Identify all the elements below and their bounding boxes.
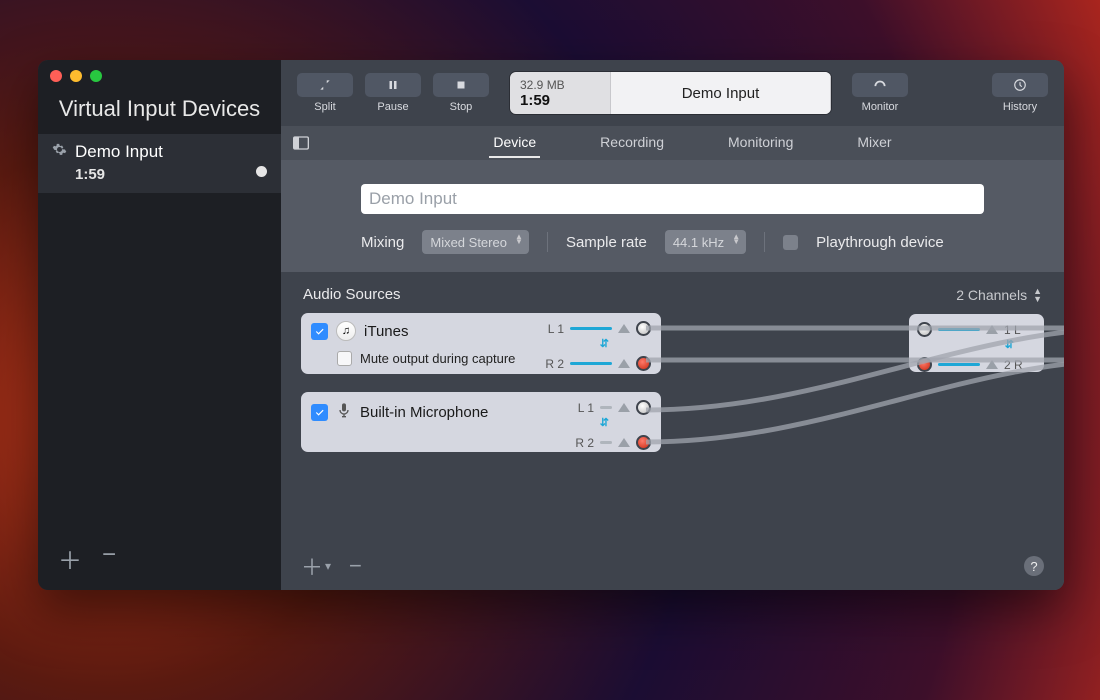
source-card-microphone[interactable]: Built-in Microphone L 1 R 2 [301,392,661,452]
source-enable-checkbox[interactable] [311,404,328,421]
sidebar-item-demo-input[interactable]: Demo Input 1:59 [38,134,281,193]
output-port[interactable] [636,400,651,415]
routing-handle-icon[interactable] [618,359,630,368]
routing-handle-icon[interactable] [986,325,998,334]
channel-label: 2 R [1004,358,1026,372]
stepper-icon: ▲▼ [732,234,740,244]
routing-handle-icon[interactable] [986,360,998,369]
remove-device-button[interactable]: − [102,541,116,576]
mixing-select[interactable]: Mixed Stereo ▲▼ [422,230,529,254]
recording-time: 1:59 [520,92,600,109]
output-port[interactable] [636,321,651,336]
channel-label: 1 L [1004,323,1026,337]
level-meter-icon [938,363,980,366]
sources-heading: Audio Sources [303,286,401,303]
tab-mixer[interactable]: Mixer [853,128,895,158]
channel-label: L 1 [540,322,564,336]
microphone-icon [336,400,352,425]
sidebar-title: Virtual Input Devices [38,92,281,134]
add-source-menu-icon[interactable]: ▾ [325,559,331,573]
channel-link-icon[interactable]: ⇵ [600,416,609,429]
history-button[interactable]: History [992,73,1048,113]
stop-button[interactable]: Stop [433,73,489,113]
pause-button[interactable]: Pause [365,73,421,113]
tab-recording[interactable]: Recording [596,128,668,158]
toolbar: Split Pause Stop 32.9 MB 1:59 Demo Input… [281,60,1064,126]
level-meter-icon [570,362,612,365]
source-name: iTunes [364,323,408,340]
level-meter-icon [938,328,980,331]
source-name: Built-in Microphone [360,404,488,421]
routing-handle-icon[interactable] [618,403,630,412]
tab-monitoring[interactable]: Monitoring [724,128,797,158]
output-port[interactable] [636,435,651,450]
recording-indicator-icon [256,166,267,177]
add-source-button[interactable]: ＋ [301,550,323,582]
split-button[interactable]: Split [297,73,353,113]
tab-bar: Device Recording Monitoring Mixer [281,126,1064,160]
help-button[interactable]: ? [1024,556,1044,576]
recording-size: 32.9 MB [520,78,600,92]
source-card-itunes[interactable]: ♫ iTunes Mute output during capture L 1 [301,313,661,374]
tab-device[interactable]: Device [489,128,540,158]
sources-footer: ＋ ▾ − ? [301,550,1044,582]
channel-label: R 2 [570,436,594,450]
close-icon[interactable] [50,70,62,82]
gear-icon [52,142,67,162]
routing-handle-icon[interactable] [618,438,630,447]
minimize-icon[interactable] [70,70,82,82]
sample-rate-label: Sample rate [566,234,647,251]
source-enable-checkbox[interactable] [311,323,328,340]
destination-card[interactable]: 1 L 2 R ⇵ [909,314,1044,372]
playthrough-checkbox[interactable] [783,235,798,250]
audio-sources-panel: Audio Sources 2 Channels ▲▼ ♫ iTunes Mut… [281,272,1064,590]
input-port[interactable] [917,357,932,372]
zoom-icon[interactable] [90,70,102,82]
stepper-icon: ▲▼ [1033,287,1042,303]
level-meter-icon [600,406,612,409]
recording-status: 32.9 MB 1:59 Demo Input [509,71,832,115]
itunes-icon: ♫ [336,321,356,341]
window-controls [38,60,281,92]
input-port[interactable] [917,322,932,337]
stepper-icon: ▲▼ [515,234,523,244]
channel-count-select[interactable]: 2 Channels ▲▼ [956,286,1042,303]
mute-output-label: Mute output during capture [360,351,515,366]
app-window: Virtual Input Devices Demo Input 1:59 ＋ … [38,60,1064,590]
channel-label: L 1 [570,401,594,415]
sidebar-item-time: 1:59 [75,166,267,183]
channel-link-icon[interactable]: ⇵ [1005,338,1014,351]
panel-toggle-icon[interactable] [281,136,321,150]
recording-title: Demo Input [610,72,831,114]
mixing-label: Mixing [361,234,404,251]
device-name-field[interactable]: Demo Input [361,184,984,214]
channel-link-icon[interactable]: ⇵ [600,337,609,350]
sidebar: Virtual Input Devices Demo Input 1:59 ＋ … [38,60,281,590]
routing-handle-icon[interactable] [618,324,630,333]
level-meter-icon [600,441,612,444]
output-port[interactable] [636,356,651,371]
monitor-button[interactable]: Monitor [852,73,908,113]
playthrough-label: Playthrough device [816,234,944,251]
remove-source-button[interactable]: − [349,553,362,579]
add-device-button[interactable]: ＋ [58,541,82,576]
main-panel: Split Pause Stop 32.9 MB 1:59 Demo Input… [281,60,1064,590]
channel-label: R 2 [540,357,564,371]
sample-rate-select[interactable]: 44.1 kHz ▲▼ [665,230,746,254]
mute-output-checkbox[interactable] [337,351,352,366]
level-meter-icon [570,327,612,330]
device-settings: Demo Input Mixing Mixed Stereo ▲▼ Sample… [281,160,1064,272]
sidebar-item-name: Demo Input [75,142,163,162]
